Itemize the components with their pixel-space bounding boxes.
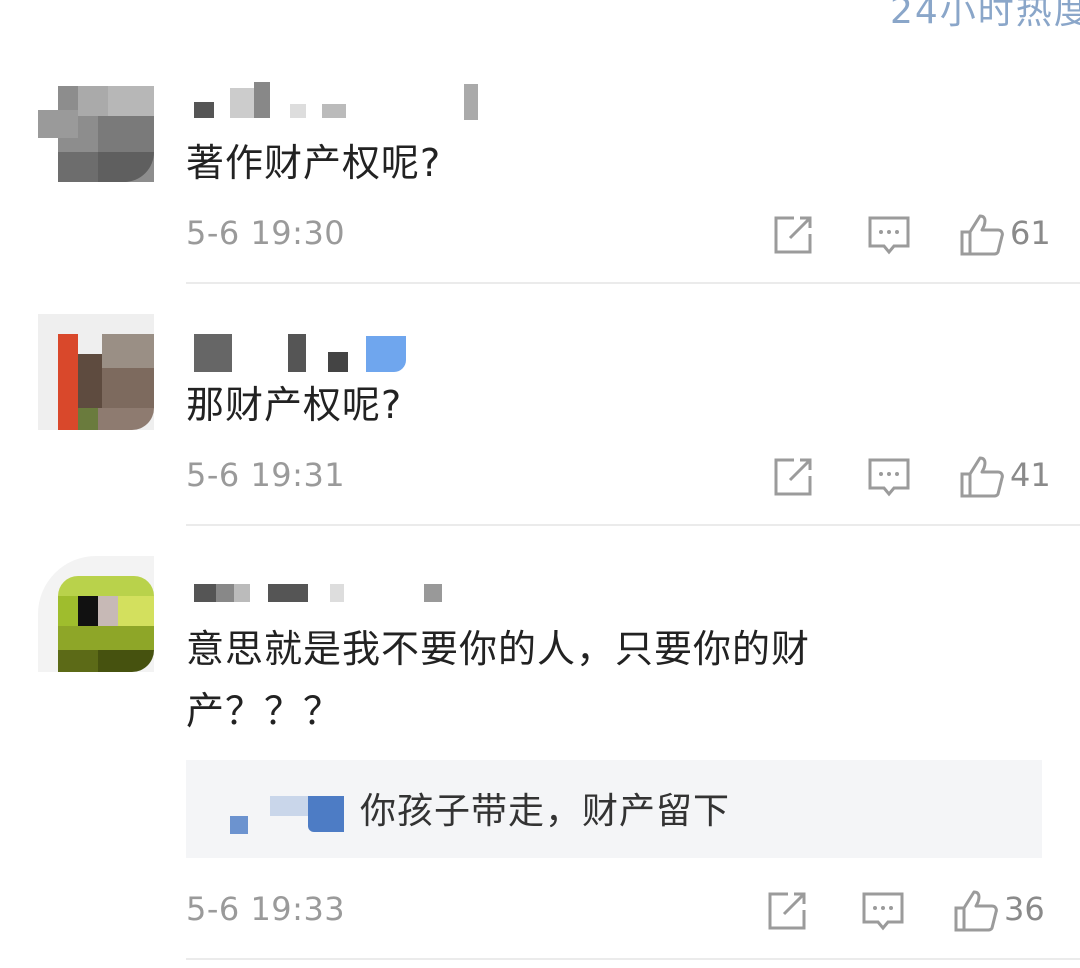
comment-time: 5-6 19:30 [186,214,346,252]
share-edit-icon[interactable] [764,888,810,934]
thumbs-up-icon[interactable] [958,212,1006,258]
reply-text: 你孩子带走，财产留下 [360,791,731,832]
thumbs-up-icon[interactable] [952,888,1000,934]
divider [186,524,1080,526]
share-edit-icon[interactable] [770,212,816,258]
comment-actions: 41 [742,454,1051,500]
divider [186,282,1080,284]
like-count: 41 [1010,456,1051,494]
avatar[interactable] [38,68,154,184]
thumbs-up-icon[interactable] [958,454,1006,500]
reply-preview[interactable]: 你孩子带走，财产留下 [186,760,1042,858]
comment-list-screen: 24小时热度 著作财产权呢? 5-6 19:30 61 那财产权呢? 5-6 1… [0,0,1080,968]
like-count: 36 [1004,890,1045,928]
comment-time: 5-6 19:33 [186,890,346,928]
avatar[interactable] [38,556,154,672]
comment-text: 著作财产权呢? [186,141,442,185]
comment-bubble-icon[interactable] [866,212,912,258]
comment-actions: 61 [742,212,1051,258]
avatar[interactable] [38,314,154,430]
divider [186,958,1080,960]
comment-actions: 36 [742,888,1045,934]
hot-sort-tab[interactable]: 24小时热度 [890,0,1080,34]
comment-text: 那财产权呢? [186,383,403,427]
share-edit-icon[interactable] [770,454,816,500]
comment-text-line2: 产？？？ [186,689,343,733]
like-count: 61 [1010,214,1051,252]
comment-bubble-icon[interactable] [866,454,912,500]
comment-bubble-icon[interactable] [860,888,906,934]
comment-time: 5-6 19:31 [186,456,346,494]
comment-text-line1: 意思就是我不要你的人，只要你的财 [186,627,811,671]
